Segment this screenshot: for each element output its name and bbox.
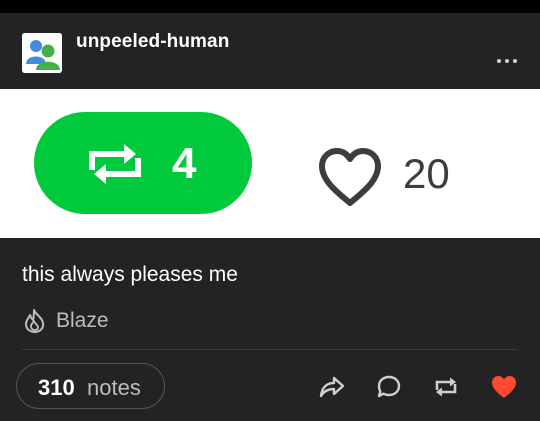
ellipsis-icon <box>497 59 501 63</box>
notes-label: notes <box>87 375 141 400</box>
ellipsis-icon <box>505 59 509 63</box>
notes-count: 310 <box>38 375 75 400</box>
reblog-icon <box>435 377 457 397</box>
reply-icon <box>377 375 401 398</box>
post-header: unpeeled-human <box>0 13 540 89</box>
like-icon <box>492 376 516 398</box>
reply-button[interactable] <box>374 372 404 402</box>
share-button[interactable] <box>316 372 346 402</box>
reblog-count: 4 <box>172 139 197 188</box>
blaze-label: Blaze <box>56 309 109 332</box>
ellipsis-icon <box>513 59 517 63</box>
like-button[interactable] <box>489 372 519 402</box>
blog-name[interactable]: unpeeled-human <box>76 31 229 53</box>
heart-outline-icon <box>319 148 381 206</box>
post-image[interactable]: 4 20 <box>0 89 540 238</box>
post-caption: this always pleases me <box>22 263 238 286</box>
reblog-button[interactable] <box>431 372 461 402</box>
avatar[interactable] <box>22 33 62 73</box>
more-options-button[interactable] <box>494 53 524 69</box>
reblog-icon <box>89 144 141 184</box>
like-count: 20 <box>403 150 450 197</box>
post-card: unpeeled-human 4 20 this always pleases … <box>0 0 540 421</box>
share-icon <box>319 376 345 398</box>
flame-icon <box>25 309 45 333</box>
top-strip <box>0 0 540 13</box>
divider <box>22 349 518 350</box>
users-icon <box>22 33 62 73</box>
notes-button[interactable]: 310 notes <box>16 363 165 409</box>
reblog-count-pill: 4 <box>34 112 252 214</box>
